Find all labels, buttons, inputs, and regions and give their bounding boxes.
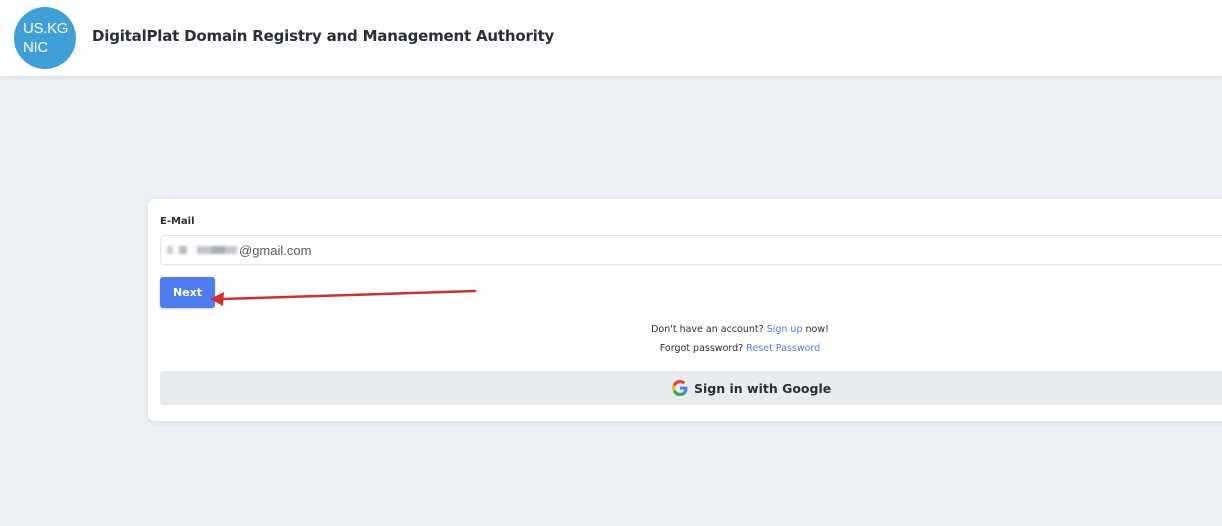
- page: US.KG NIC DigitalPlat Domain Registry an…: [0, 0, 1222, 526]
- red-arrow-annotation: [210, 289, 477, 306]
